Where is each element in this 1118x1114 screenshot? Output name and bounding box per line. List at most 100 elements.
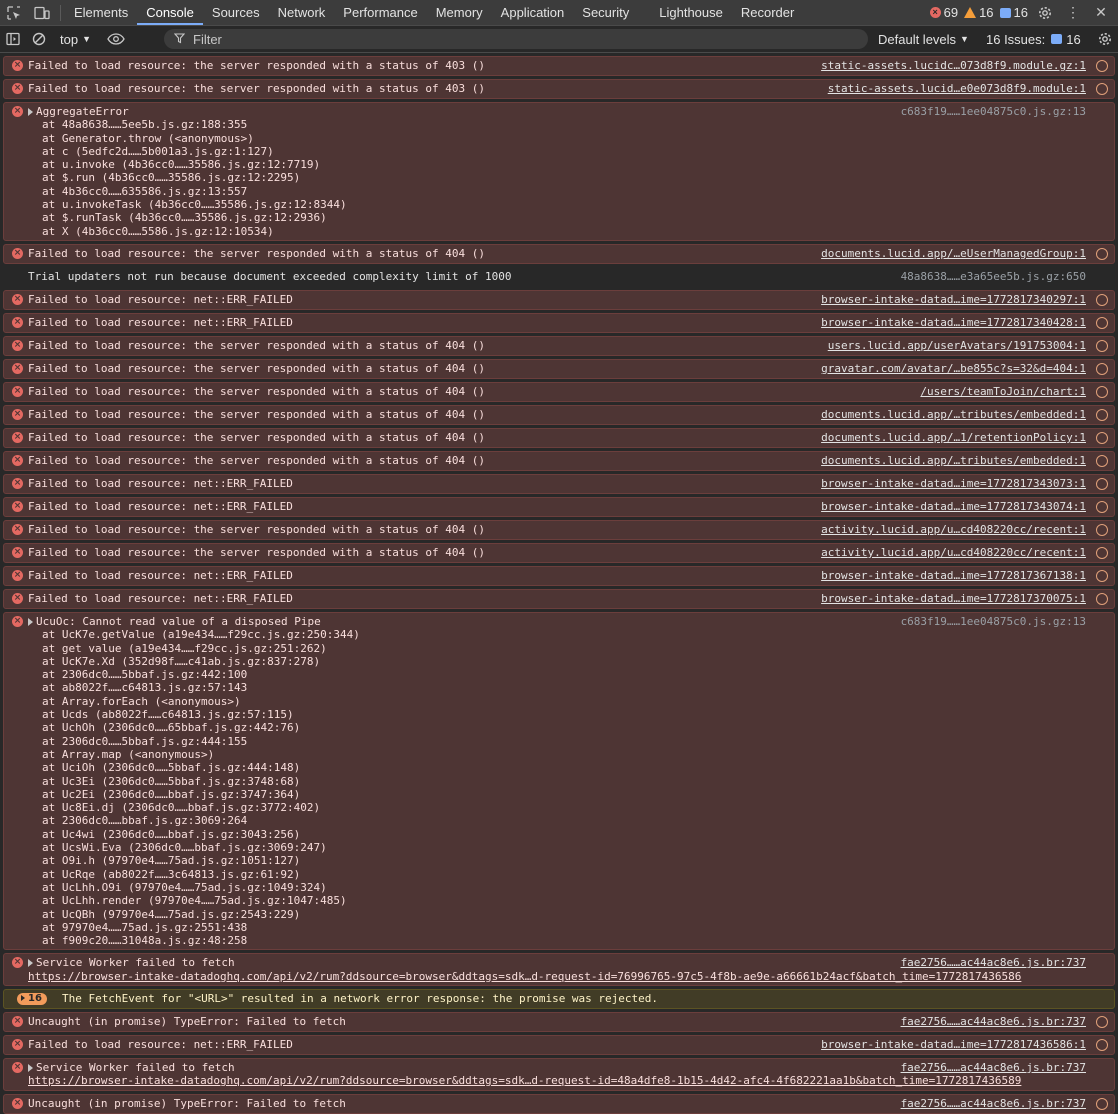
ai-explain-icon[interactable] [1096, 524, 1108, 536]
source-link[interactable]: gravatar.com/avatar/…be855c?s=32&d=404:1 [821, 362, 1086, 375]
stack-frame[interactable]: at UcLhh.render (97970e4……75ad.js.gz:104… [28, 894, 1118, 907]
source-link[interactable]: browser-intake-datad…ime=1772817436586:1 [821, 1038, 1086, 1051]
source-link[interactable]: activity.lucid.app/u…cd408220cc/recent:1 [821, 523, 1086, 536]
stack-frame[interactable]: at UcsWi.Eva (2306dc0……bbaf.js.gz:3069:2… [28, 841, 1118, 854]
sidebar-toggle-icon[interactable] [0, 26, 26, 52]
source-link[interactable]: static-assets.lucid…e0e073d8f9.module:1 [828, 82, 1086, 95]
request-url-link[interactable]: https://browser-intake-datadoghq.com/api… [28, 970, 1118, 983]
stack-frame[interactable]: at 2306dc0……5bbaf.js.gz:444:155 [28, 735, 1118, 748]
ai-explain-icon[interactable] [1096, 386, 1108, 398]
stack-frame[interactable]: at Array.map (<anonymous>) [28, 748, 1118, 761]
device-toolbar-icon[interactable] [28, 0, 56, 25]
stack-frame[interactable]: at UchOh (2306dc0……65bbaf.js.gz:442:76) [28, 721, 1118, 734]
ai-explain-icon[interactable] [1096, 60, 1108, 72]
stack-frame[interactable]: at UcK7e.Xd (352d98f……c41ab.js.gz:837:27… [28, 655, 1118, 668]
ai-explain-icon[interactable] [1096, 478, 1108, 490]
stack-frame[interactable]: at Ucds (ab8022f……c64813.js.gz:57:115) [28, 708, 1118, 721]
tab-network[interactable]: Network [269, 0, 335, 25]
tab-console[interactable]: Console [137, 0, 203, 25]
stack-frame[interactable]: at 48a8638……5ee5b.js.gz:188:355 [28, 118, 1118, 131]
ai-explain-icon[interactable] [1096, 317, 1108, 329]
stack-frame[interactable]: at Uc8Ei.dj (2306dc0……bbaf.js.gz:3772:40… [28, 801, 1118, 814]
source-link[interactable]: documents.lucid.app/…1/retentionPolicy:1 [821, 431, 1086, 444]
close-icon[interactable]: ✕ [1090, 0, 1112, 25]
more-options-icon[interactable]: ⋮ [1062, 0, 1084, 25]
issues-count[interactable]: 16 [1000, 5, 1028, 20]
stack-frame[interactable]: at UcK7e.getValue (a19e434……f29cc.js.gz:… [28, 628, 1118, 641]
stack-frame[interactable]: at Uc2Ei (2306dc0……bbaf.js.gz:3747:364) [28, 788, 1118, 801]
source-link[interactable]: documents.lucid.app/…tributes/embedded:1 [821, 408, 1086, 421]
stack-frame[interactable]: at 2306dc0……5bbaf.js.gz:442:100 [28, 668, 1118, 681]
ai-explain-icon[interactable] [1096, 455, 1108, 467]
stack-frame[interactable]: at UcLhh.O9i (97970e4……75ad.js.gz:1049:3… [28, 881, 1118, 894]
source-link[interactable]: fae2756……ac44ac8e6.js.br:737 [901, 1015, 1086, 1028]
tab-security[interactable]: Security [573, 0, 638, 25]
error-count[interactable]: ×69 [930, 5, 958, 20]
issues-link[interactable]: 16 Issues: 16 [986, 26, 1081, 52]
ai-explain-icon[interactable] [1096, 294, 1108, 306]
source-link[interactable]: 48a8638……e3a65ee5b.js.gz:650 [901, 270, 1086, 283]
ai-explain-icon[interactable] [1096, 570, 1108, 582]
console-settings-gear-icon[interactable] [1098, 26, 1112, 52]
stack-frame[interactable]: at 4b36cc0……635586.js.gz:13:557 [28, 185, 1118, 198]
ai-explain-icon[interactable] [1096, 1098, 1108, 1110]
source-link[interactable]: browser-intake-datad…ime=1772817367138:1 [821, 569, 1086, 582]
source-link[interactable]: fae2756……ac44ac8e6.js.br:737 [901, 1097, 1086, 1110]
ai-explain-icon[interactable] [1096, 340, 1108, 352]
expand-triangle-icon[interactable] [28, 1064, 33, 1072]
stack-frame[interactable]: at u.invokeTask (4b36cc0……35586.js.gz:12… [28, 198, 1118, 211]
stack-frame[interactable]: at Array.forEach (<anonymous>) [28, 695, 1118, 708]
stack-frame[interactable]: at $.runTask (4b36cc0……35586.js.gz:12:29… [28, 211, 1118, 224]
tab-elements[interactable]: Elements [65, 0, 137, 25]
clear-console-icon[interactable] [26, 26, 52, 52]
tab-application[interactable]: Application [492, 0, 574, 25]
source-link[interactable]: c683f19……1ee04875c0.js.gz:13 [901, 105, 1086, 118]
settings-gear-icon[interactable] [1034, 0, 1056, 25]
ai-explain-icon[interactable] [1096, 593, 1108, 605]
ai-explain-icon[interactable] [1096, 409, 1108, 421]
source-link[interactable]: /users/teamToJoin/chart:1 [920, 385, 1086, 398]
stack-frame[interactable]: at Generator.throw (<anonymous>) [28, 132, 1118, 145]
warning-count[interactable]: 16 [964, 5, 993, 20]
ai-explain-icon[interactable] [1096, 501, 1108, 513]
stack-frame[interactable]: at Uc4wi (2306dc0……bbaf.js.gz:3043:256) [28, 828, 1118, 841]
source-link[interactable]: fae2756……ac44ac8e6.js.br:737 [901, 956, 1086, 969]
expand-triangle-icon[interactable] [28, 618, 33, 626]
source-link[interactable]: activity.lucid.app/u…cd408220cc/recent:1 [821, 546, 1086, 559]
tab-recorder[interactable]: Recorder [732, 0, 803, 25]
ai-explain-icon[interactable] [1096, 547, 1108, 559]
source-link[interactable]: documents.lucid.app/…eUserManagedGroup:1 [821, 247, 1086, 260]
source-link[interactable]: browser-intake-datad…ime=1772817343073:1 [821, 477, 1086, 490]
tab-memory[interactable]: Memory [427, 0, 492, 25]
ai-explain-icon[interactable] [1096, 432, 1108, 444]
repeat-count-badge[interactable]: 16 [17, 993, 47, 1005]
log-levels-dropdown[interactable]: Default levels ▼ [878, 26, 969, 52]
stack-frame[interactable]: at Uc3Ei (2306dc0……5bbaf.js.gz:3748:68) [28, 775, 1118, 788]
stack-frame[interactable]: at UcQBh (97970e4……75ad.js.gz:2543:229) [28, 908, 1118, 921]
expand-triangle-icon[interactable] [28, 108, 33, 116]
stack-frame[interactable]: at u.invoke (4b36cc0……35586.js.gz:12:771… [28, 158, 1118, 171]
stack-frame[interactable]: at f909c20……31048a.js.gz:48:258 [28, 934, 1118, 947]
request-url-link[interactable]: https://browser-intake-datadoghq.com/api… [28, 1074, 1118, 1087]
stack-frame[interactable]: at O9i.h (97970e4……75ad.js.gz:1051:127) [28, 854, 1118, 867]
ai-explain-icon[interactable] [1096, 248, 1108, 260]
source-link[interactable]: browser-intake-datad…ime=1772817340428:1 [821, 316, 1086, 329]
tab-sources[interactable]: Sources [203, 0, 269, 25]
ai-explain-icon[interactable] [1096, 1039, 1108, 1051]
stack-frame[interactable]: at UciOh (2306dc0……5bbaf.js.gz:444:148) [28, 761, 1118, 774]
stack-frame[interactable]: at 97970e4……75ad.js.gz:2551:438 [28, 921, 1118, 934]
filter-input[interactable] [191, 31, 795, 48]
source-link[interactable]: documents.lucid.app/…tributes/embedded:1 [821, 454, 1086, 467]
stack-frame[interactable]: at ab8022f……c64813.js.gz:57:143 [28, 681, 1118, 694]
tab-lighthouse[interactable]: Lighthouse [650, 0, 732, 25]
stack-frame[interactable]: at c (5edfc2d……5b001a3.js.gz:1:127) [28, 145, 1118, 158]
ai-explain-icon[interactable] [1096, 1016, 1108, 1028]
expand-triangle-icon[interactable] [28, 959, 33, 967]
stack-frame[interactable]: at get value (a19e434……f29cc.js.gz:251:2… [28, 642, 1118, 655]
context-selector[interactable]: top ▼ [52, 32, 99, 47]
stack-frame[interactable]: at $.run (4b36cc0……35586.js.gz:12:2295) [28, 171, 1118, 184]
source-link[interactable]: static-assets.lucidc…073d8f9.module.gz:1 [821, 59, 1086, 72]
source-link[interactable]: browser-intake-datad…ime=1772817343074:1 [821, 500, 1086, 513]
source-link[interactable]: fae2756……ac44ac8e6.js.br:737 [901, 1061, 1086, 1074]
live-expression-eye-icon[interactable] [103, 26, 129, 52]
